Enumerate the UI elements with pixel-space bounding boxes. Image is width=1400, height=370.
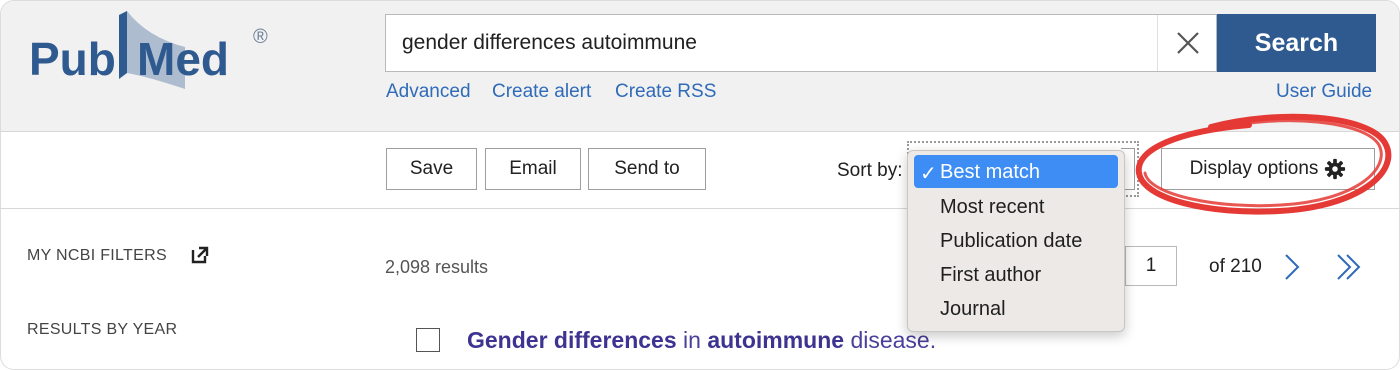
title-highlight-autoimmune: autoimmune [707,327,845,353]
gear-icon [1325,158,1346,180]
title-highlight-gender-differences: Gender differences [467,327,677,353]
search-input[interactable] [386,15,1172,71]
sort-option-publication-date[interactable]: Publication date [940,230,1082,253]
results-by-year-label: RESULTS BY YEAR [27,321,178,338]
checkmark-icon: ✓ [920,163,937,185]
sort-option-first-author[interactable]: First author [940,264,1041,287]
results-count: 2,098 results [385,257,489,277]
create-rss-link[interactable]: Create RSS [615,81,716,103]
search-button[interactable]: Search [1217,14,1376,72]
article-title-link[interactable]: Gender differences in autoimmune disease… [467,327,936,354]
display-options-label: Display options [1189,158,1319,179]
sort-option-most-recent[interactable]: Most recent [940,196,1044,219]
logo-text-pub: Pub [29,33,116,85]
sort-by-label: Sort by: [837,160,903,181]
display-options-button[interactable]: Display options [1161,148,1375,190]
total-pages-label: of 210 [1209,256,1262,277]
create-alert-link[interactable]: Create alert [492,81,591,103]
last-page-icon[interactable] [1335,253,1363,281]
user-guide-link[interactable]: User Guide [1276,81,1372,103]
clear-search-button[interactable] [1157,15,1218,71]
send-to-button[interactable]: Send to [588,148,706,190]
header: Pub Med ® Search Advanced Create alert C… [1,1,1399,132]
registered-mark: ® [253,26,268,48]
sort-option-best-match[interactable]: ✓ Best match [914,155,1118,188]
page-number-input[interactable]: 1 [1125,246,1177,286]
pubmed-window: Pub Med ® Search Advanced Create alert C… [0,0,1400,370]
save-button[interactable]: Save [386,148,477,190]
sort-dropdown-menu: ✓ Best match Most recent Publication dat… [907,150,1125,332]
external-link-icon[interactable] [191,246,209,264]
search-box [385,14,1217,72]
pubmed-logo[interactable]: Pub Med ® [27,7,287,97]
next-page-icon[interactable] [1283,253,1301,281]
toolbar-divider [1,208,1399,209]
sort-option-journal[interactable]: Journal [940,298,1006,321]
email-button[interactable]: Email [485,148,581,190]
result-checkbox[interactable] [416,328,440,352]
my-ncbi-filters-label[interactable]: MY NCBI FILTERS [27,247,167,265]
logo-text-med: Med [137,33,229,85]
close-icon [1177,32,1199,54]
title-text: in [676,327,708,353]
advanced-link[interactable]: Advanced [386,81,471,103]
sort-option-label: Best match [940,161,1041,183]
